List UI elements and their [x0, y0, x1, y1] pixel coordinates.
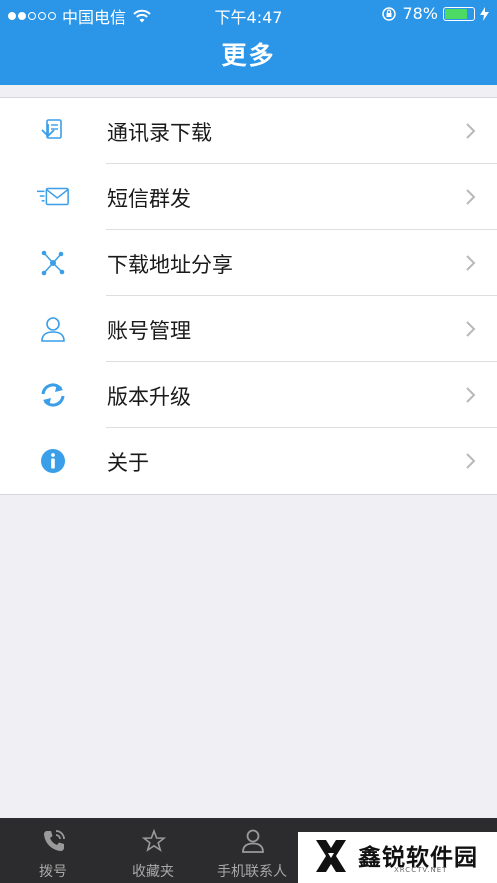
chevron-right-icon: [466, 453, 476, 469]
chevron-right-icon: [466, 189, 476, 205]
share-icon: [36, 248, 70, 278]
chevron-right-icon: [466, 387, 476, 403]
page-title: 更多: [221, 41, 276, 70]
tab-dial[interactable]: 拨号: [4, 818, 102, 883]
info-icon: [36, 446, 70, 476]
menu-item-sms-broadcast[interactable]: 短信群发: [0, 164, 497, 230]
watermark-logo: 鑫锐软件园 XRCCTV.NET: [298, 832, 497, 883]
status-bar: 中国电信 下午4:47 78%: [0, 0, 497, 28]
settings-menu-list: 通讯录下载 短信群发 下载地址分享 账号管理 版本升级 关于: [0, 97, 497, 495]
tab-label: 收藏夹: [132, 864, 174, 880]
chevron-right-icon: [466, 321, 476, 337]
refresh-upgrade-icon: [36, 380, 70, 410]
charging-icon: [480, 6, 489, 21]
tab-label: 手机联系人: [217, 864, 287, 880]
chevron-right-icon: [466, 123, 476, 139]
menu-item-account-management[interactable]: 账号管理: [0, 296, 497, 362]
menu-item-contacts-download[interactable]: 通讯录下载: [0, 98, 497, 164]
star-icon: [141, 828, 167, 852]
user-account-icon: [36, 314, 70, 344]
contact-person-icon: [242, 829, 264, 853]
menu-item-label: 账号管理: [107, 319, 191, 343]
sms-broadcast-icon: [36, 182, 70, 212]
menu-item-label: 短信群发: [107, 187, 191, 211]
tab-phone-contacts[interactable]: 手机联系人: [203, 818, 301, 883]
menu-item-label: 版本升级: [107, 385, 191, 409]
orientation-lock-icon: [382, 6, 397, 21]
navigation-header: 中国电信 下午4:47 78% 更多: [0, 0, 497, 85]
menu-item-label: 通讯录下载: [107, 121, 212, 145]
menu-item-about[interactable]: 关于: [0, 428, 497, 494]
menu-item-share-download-link[interactable]: 下载地址分享: [0, 230, 497, 296]
tab-favorites[interactable]: 收藏夹: [104, 818, 202, 883]
menu-item-version-upgrade[interactable]: 版本升级: [0, 362, 497, 428]
watermark-domain: XRCCTV.NET: [394, 866, 448, 874]
watermark-x-logo-icon: [316, 840, 346, 872]
menu-item-label: 下载地址分享: [107, 253, 233, 277]
battery-percent: 78%: [402, 4, 438, 23]
menu-item-label: 关于: [107, 451, 149, 475]
tab-label: 拨号: [39, 864, 67, 880]
phone-dial-icon: [44, 830, 65, 851]
chevron-right-icon: [466, 255, 476, 271]
contacts-download-icon: [36, 116, 70, 146]
battery-icon: [443, 6, 475, 21]
